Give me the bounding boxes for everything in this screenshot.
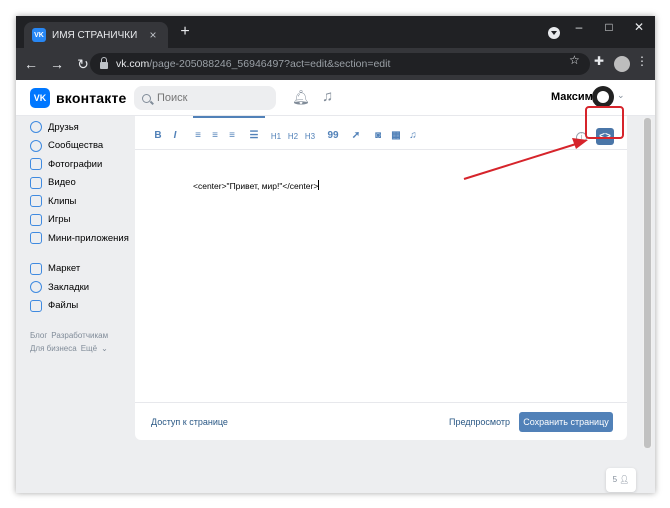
footer-links: Блог Разработчикам Для бизнеса Ещё ⌄ <box>30 329 140 355</box>
close-tab-icon[interactable]: × <box>146 28 160 42</box>
chevron-down-icon: ⌄ <box>101 344 108 353</box>
photo-icon <box>30 158 42 171</box>
active-tab-indicator <box>193 116 265 118</box>
link-business[interactable]: Для бизнеса <box>30 344 77 353</box>
corner-badge[interactable]: 5 👤︎ <box>606 468 636 492</box>
forward-button[interactable]: → <box>46 56 68 72</box>
gamepad-icon <box>30 213 42 226</box>
sidebar-item-files[interactable]: Файлы <box>30 297 140 316</box>
video-icon <box>30 176 42 189</box>
music-icon[interactable]: ♫ <box>322 88 333 105</box>
music-note-icon[interactable]: ♫ <box>406 130 420 141</box>
chevron-down-icon[interactable]: ⌄ <box>617 90 625 101</box>
sidebar-item-bookmarks[interactable]: Закладки <box>30 278 140 297</box>
vk-favicon-icon: VK <box>32 28 46 42</box>
align-right-icon[interactable]: ≡ <box>225 130 239 141</box>
sidebar-item-friends[interactable]: Друзья <box>30 118 140 137</box>
tab-search-icon[interactable] <box>548 27 560 39</box>
maximize-button[interactable]: □ <box>598 20 620 34</box>
list-icon[interactable]: ☰ <box>247 130 261 141</box>
window-close-button[interactable]: ✕ <box>628 20 650 34</box>
table-icon[interactable]: ▦ <box>389 130 403 141</box>
sidebar-item-mini-apps[interactable]: Мини-приложения <box>30 229 140 248</box>
link-arrow-icon[interactable]: ➚ <box>349 130 363 141</box>
italic-button[interactable]: I <box>168 130 182 141</box>
editor-content: <center>"Привет, мир!"</center> <box>193 181 319 191</box>
browser-toolbar: ← → ↻ vk.com /page-205088246_56946497?ac… <box>16 48 655 80</box>
profile-avatar[interactable] <box>614 56 630 72</box>
align-center-icon[interactable]: ≡ <box>208 130 222 141</box>
extensions-icon[interactable]: ✚ <box>594 54 610 70</box>
url-path: /page-205088246_56946497?act=edit&sectio… <box>149 58 391 70</box>
search-input[interactable] <box>157 92 267 104</box>
page-scrollbar[interactable] <box>643 118 652 448</box>
left-sidebar: Друзья Сообщества Фотографии Видео Клипы… <box>30 118 140 355</box>
clips-icon <box>30 195 42 208</box>
user-name[interactable]: Максим <box>551 91 593 103</box>
bold-button[interactable]: B <box>151 130 165 141</box>
address-bar[interactable]: vk.com /page-205088246_56946497?act=edit… <box>90 53 590 75</box>
browser-tab[interactable]: VK ИМЯ СТРАНИЧКИ × <box>24 22 168 48</box>
notifications-bell-icon[interactable]: 🔔︎ <box>292 89 310 106</box>
sidebar-item-clips[interactable]: Клипы <box>30 192 140 211</box>
lock-icon <box>100 57 108 69</box>
tab-title: ИМЯ СТРАНИЧКИ <box>52 29 138 41</box>
code-button-highlight <box>585 106 624 139</box>
communities-icon <box>30 139 42 152</box>
friends-icon <box>30 121 42 134</box>
bookmark-star-icon[interactable]: ☆ <box>569 53 580 67</box>
text-caret <box>318 180 320 190</box>
brand-name[interactable]: вконтакте <box>56 90 127 106</box>
minimize-button[interactable]: – <box>568 20 590 34</box>
editor-footer: Доступ к странице Предпросмотр Сохранить… <box>135 402 627 440</box>
editor-toolbar: B I ≡ ≡ ≡ ☰ H1 H2 H3 99 ➚ ◙ ▦ ♫ i <> <box>135 124 627 150</box>
file-icon <box>30 299 42 312</box>
back-button[interactable]: ← <box>20 56 42 72</box>
site-header: VK вконтакте 🔔︎ ♫ Максим ⌄ <box>16 80 655 116</box>
sidebar-item-communities[interactable]: Сообщества <box>30 137 140 156</box>
sidebar-item-games[interactable]: Игры <box>30 211 140 230</box>
user-avatar[interactable] <box>592 86 614 108</box>
sidebar-item-market[interactable]: Маркет <box>30 260 140 279</box>
heading3-button[interactable]: H3 <box>303 132 317 141</box>
new-tab-button[interactable]: + <box>176 23 194 41</box>
sidebar-item-video[interactable]: Видео <box>30 174 140 193</box>
quote-button[interactable]: 99 <box>326 130 340 141</box>
link-developers[interactable]: Разработчикам <box>51 331 108 340</box>
more-menu-icon[interactable]: ⋮ <box>636 54 652 70</box>
preview-link[interactable]: Предпросмотр <box>449 417 510 427</box>
shopping-bag-icon <box>30 262 42 275</box>
heading1-button[interactable]: H1 <box>269 132 283 141</box>
vk-logo-icon[interactable]: VK <box>30 88 50 108</box>
page-access-link[interactable]: Доступ к странице <box>151 417 228 427</box>
editor-text-area[interactable]: <center>"Привет, мир!"</center> <box>193 180 320 191</box>
sidebar-item-photos[interactable]: Фотографии <box>30 155 140 174</box>
heading2-button[interactable]: H2 <box>286 132 300 141</box>
search-icon <box>142 93 151 103</box>
link-more[interactable]: Ещё <box>81 344 97 353</box>
mini-apps-icon <box>30 232 42 245</box>
camera-icon[interactable]: ◙ <box>371 130 385 141</box>
wiki-editor: B I ≡ ≡ ≡ ☰ H1 H2 H3 99 ➚ ◙ ▦ ♫ i <> <ce… <box>135 116 627 440</box>
url-host: vk.com <box>116 58 150 70</box>
browser-window: VK ИМЯ СТРАНИЧКИ × + – □ ✕ ← → ↻ vk.com … <box>16 16 655 493</box>
star-icon <box>30 281 42 294</box>
tab-strip: VK ИМЯ СТРАНИЧКИ × + – □ ✕ <box>16 16 655 48</box>
search-box[interactable] <box>134 86 276 110</box>
link-blog[interactable]: Блог <box>30 331 47 340</box>
save-page-button[interactable]: Сохранить страницу <box>519 412 613 432</box>
align-left-icon[interactable]: ≡ <box>191 130 205 141</box>
